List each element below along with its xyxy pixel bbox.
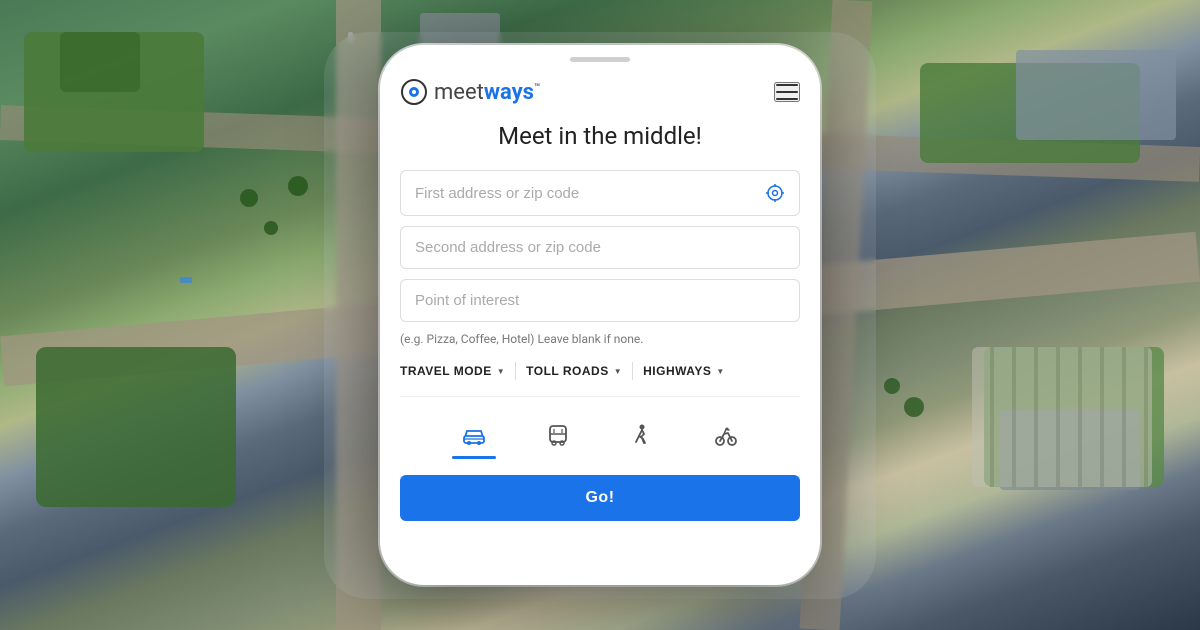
logo-text: meetways™: [434, 80, 540, 105]
transport-walk[interactable]: [620, 417, 664, 453]
hamburger-line-3: [776, 98, 798, 100]
bike-icon: [712, 421, 740, 449]
controls-divider-2: [632, 362, 633, 380]
menu-button[interactable]: [774, 82, 800, 102]
transport-modes: [400, 413, 800, 457]
poi-group: [400, 279, 800, 322]
poi-hint: (e.g. Pizza, Coffee, Hotel) Leave blank …: [400, 332, 800, 346]
logo-icon: [400, 78, 428, 106]
controls-divider-1: [515, 362, 516, 380]
logo: meetways™: [400, 78, 540, 106]
toll-roads-label: TOLL ROADS: [526, 364, 609, 378]
phone-frame: meetways™ Meet in the middle!: [380, 45, 820, 585]
location-button[interactable]: [765, 183, 785, 203]
transport-transit[interactable]: [536, 417, 580, 453]
walk-icon: [628, 421, 656, 449]
toll-roads-dropdown[interactable]: TOLL ROADS ▼: [526, 360, 622, 382]
transport-car[interactable]: [452, 417, 496, 453]
first-address-group: [400, 170, 800, 216]
highways-label: HIGHWAYS: [643, 364, 711, 378]
poi-field[interactable]: [400, 279, 800, 322]
travel-mode-label: TRAVEL MODE: [400, 364, 492, 378]
phone-wrapper: meetways™ Meet in the middle!: [380, 45, 820, 585]
crosshair-icon: [765, 183, 785, 203]
hamburger-line-2: [776, 91, 798, 93]
app-header: meetways™: [380, 70, 820, 122]
first-address-input[interactable]: [415, 185, 765, 202]
go-button[interactable]: Go!: [400, 475, 800, 521]
controls-row: TRAVEL MODE ▼ TOLL ROADS ▼ HIGHWAYS ▼: [400, 360, 800, 397]
second-address-field[interactable]: [400, 226, 800, 269]
car-icon: [460, 421, 488, 449]
highways-chevron: ▼: [716, 367, 724, 376]
poi-input[interactable]: [415, 292, 785, 309]
phone-notch: [570, 57, 630, 62]
toll-roads-chevron: ▼: [614, 367, 622, 376]
travel-mode-dropdown[interactable]: TRAVEL MODE ▼: [400, 360, 505, 382]
travel-mode-chevron: ▼: [497, 367, 505, 376]
app-content: Meet in the middle!: [380, 122, 820, 545]
highways-dropdown[interactable]: HIGHWAYS ▼: [643, 360, 725, 382]
first-address-field[interactable]: [400, 170, 800, 216]
transport-bike[interactable]: [704, 417, 748, 453]
second-address-input[interactable]: [415, 239, 785, 256]
hamburger-line-1: [776, 84, 798, 86]
tagline: Meet in the middle!: [400, 122, 800, 150]
second-address-group: [400, 226, 800, 269]
transit-icon: [544, 421, 572, 449]
phone-status-bar: [380, 45, 820, 70]
